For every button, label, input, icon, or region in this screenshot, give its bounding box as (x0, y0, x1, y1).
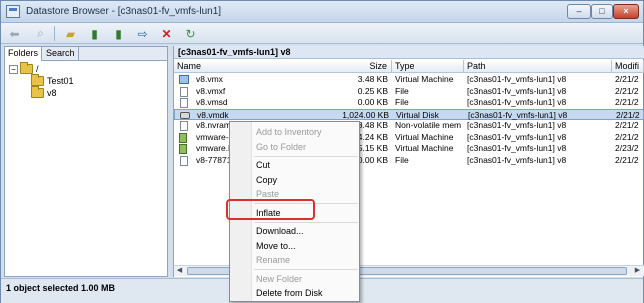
window-title: Datastore Browser - [c3nas01-fv_vmfs-lun… (26, 6, 222, 17)
file-row[interactable]: v8.vmsd 0.00 KB File [c3nas01-fv_vmfs-lu… (174, 97, 644, 109)
status-text: 1 object selected 1.00 MB (6, 283, 116, 293)
file-modified: 2/21/2 (615, 97, 639, 107)
file-icon (180, 121, 188, 131)
tab-folders[interactable]: Folders (5, 47, 43, 61)
virtual-disk-icon (180, 111, 190, 119)
file-row-selected[interactable]: v8.vmdk 1,024.00 KB Virtual Disk [c3nas0… (174, 108, 644, 120)
file-path: [c3nas01-fv_vmfs-lun1] v8 (467, 154, 567, 165)
file-row[interactable]: v8.vmxf 0.25 KB File [c3nas01-fv_vmfs-lu… (174, 86, 644, 98)
back-icon[interactable]: ⬅ (5, 25, 24, 42)
delete-icon[interactable]: ✕ (157, 25, 176, 42)
file-modified: 2/23/2 (615, 143, 639, 153)
folder-icon (31, 74, 44, 86)
menu-item-cut[interactable]: Cut (256, 159, 270, 172)
log-file-icon (179, 144, 187, 154)
file-type: Virtual Machine (395, 131, 454, 142)
file-size: 0.25 KB (357, 85, 388, 96)
register-vm-icon[interactable]: ⇨ (133, 25, 152, 42)
file-row[interactable]: v8.vmx 3.48 KB Virtual Machine [c3nas01-… (174, 74, 644, 86)
file-type: Virtual Machine (395, 74, 454, 84)
column-header-size[interactable]: Size (322, 60, 392, 73)
folder-tree: − / Test01 v8 (9, 62, 74, 99)
tree-item-test01[interactable]: Test01 (9, 74, 74, 87)
menu-item-add-to-inventory[interactable]: Add to Inventory (256, 126, 322, 139)
file-type: Virtual Disk (396, 109, 439, 120)
menu-item-rename[interactable]: Rename (256, 254, 290, 267)
maximize-button[interactable]: □ (591, 4, 613, 19)
column-header-path[interactable]: Path (464, 60, 612, 73)
current-path: [c3nas01-fv_vmfs-lun1] v8 (174, 46, 644, 59)
menu-separator (254, 156, 358, 157)
menu-item-new-folder[interactable]: New Folder (256, 273, 302, 286)
menu-item-go-to-folder[interactable]: Go to Folder (256, 141, 306, 154)
file-path: [c3nas01-fv_vmfs-lun1] v8 (467, 120, 567, 130)
file-name: v8.vmxf (196, 85, 226, 96)
file-modified: 2/21/2 (615, 154, 639, 165)
menu-separator (254, 222, 358, 223)
file-path: [c3nas01-fv_vmfs-lun1] v8 (467, 131, 567, 142)
log-file-icon (179, 132, 187, 143)
file-modified: 2/21/2 (615, 74, 639, 84)
file-type: Non-volatile mem (395, 120, 462, 130)
menu-item-move-to[interactable]: Move to... (256, 240, 296, 253)
menu-item-download[interactable]: Download... (256, 225, 304, 238)
virtual-machine-icon (179, 75, 189, 84)
column-header-modified[interactable]: Modifi (612, 60, 644, 73)
file-size: 1,024.00 KB (342, 109, 389, 120)
datastore-browser-icon (6, 5, 20, 18)
file-size: 3.48 KB (357, 74, 388, 84)
file-type: Virtual Machine (395, 143, 454, 153)
file-size: 0.00 KB (357, 97, 388, 107)
close-button[interactable]: × (613, 4, 639, 19)
file-icon (180, 86, 188, 97)
menu-item-copy[interactable]: Copy (256, 174, 277, 187)
file-name: v8.vmsd (196, 97, 228, 107)
file-modified: 2/21/2 (615, 85, 639, 96)
file-path: [c3nas01-fv_vmfs-lun1] v8 (467, 143, 567, 153)
new-folder-icon[interactable]: ▰ (61, 25, 80, 42)
file-path: [c3nas01-fv_vmfs-lun1] v8 (467, 97, 567, 107)
search-datastore-icon[interactable]: ⌕ (31, 25, 50, 42)
file-type: File (395, 154, 409, 165)
menu-item-delete-from-disk[interactable]: Delete from Disk (256, 287, 323, 300)
file-path: [c3nas01-fv_vmfs-lun1] v8 (467, 74, 567, 84)
file-path: [c3nas01-fv_vmfs-lun1] v8 (467, 85, 567, 96)
file-name: v8.vmx (196, 74, 223, 84)
file-path: [c3nas01-fv_vmfs-lun1] v8 (468, 109, 568, 120)
tab-search[interactable]: Search (43, 47, 79, 61)
tree-item-root[interactable]: − / (9, 62, 74, 75)
file-modified: 2/21/2 (615, 131, 639, 142)
folder-icon (31, 86, 44, 98)
file-modified: 2/21/2 (616, 109, 640, 120)
file-name: v8.vmdk (197, 109, 229, 120)
file-type: File (395, 97, 409, 107)
minimize-button[interactable]: – (567, 4, 591, 19)
folder-icon (20, 62, 33, 74)
folders-pane: Folders Search − / Test01 v8 (4, 46, 168, 277)
column-header-type[interactable]: Type (392, 60, 464, 73)
toolbar: ⬅ ⌕ ▰ ▮ ▮ ⇨ ✕ ↻ (1, 23, 643, 44)
download-icon[interactable]: ▮ (109, 25, 128, 42)
scroll-right-icon[interactable]: ▶ (632, 266, 643, 276)
tree-item-label: / (36, 64, 39, 74)
upload-icon[interactable]: ▮ (85, 25, 104, 42)
file-modified: 2/21/2 (615, 120, 639, 130)
tree-item-v8[interactable]: v8 (9, 86, 74, 99)
refresh-icon[interactable]: ↻ (181, 25, 200, 42)
inflate-highlight-box (226, 199, 315, 220)
file-icon (180, 155, 188, 166)
tree-item-label: v8 (47, 88, 57, 98)
tree-item-label: Test01 (47, 76, 74, 86)
file-type: File (395, 85, 409, 96)
collapse-icon[interactable]: − (9, 64, 18, 74)
scroll-left-icon[interactable]: ◀ (174, 266, 185, 276)
menu-separator (254, 269, 358, 270)
toolbar-separator (54, 26, 55, 41)
file-icon (180, 98, 188, 108)
title-bar[interactable]: Datastore Browser - [c3nas01-fv_vmfs-lun… (1, 1, 643, 23)
left-pane-tabs: Folders Search (5, 47, 167, 61)
